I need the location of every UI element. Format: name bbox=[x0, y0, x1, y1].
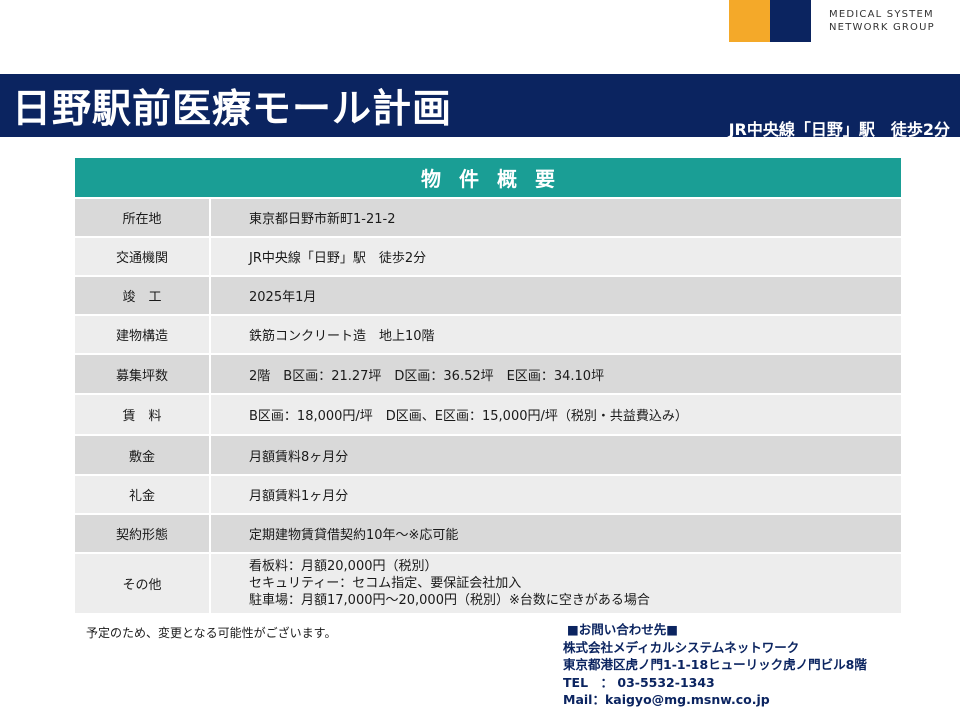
row-label: 敷金 bbox=[75, 436, 211, 474]
property-overview-table: 物件概要 所在地 東京都日野市新町1-21-2 交通機関 JR中央線「日野」駅 … bbox=[75, 158, 901, 613]
table-row: 竣 工 2025年1月 bbox=[75, 275, 901, 314]
other-line-security: セキュリティー：セコム指定、要保証会社加入 bbox=[249, 576, 522, 591]
row-label: 礼金 bbox=[75, 476, 211, 513]
logo-line-2: NETWORK GROUP bbox=[829, 22, 935, 33]
table-row: 所在地 東京都日野市新町1-21-2 bbox=[75, 197, 901, 236]
contact-tel: TEL ： 03-5532-1343 bbox=[563, 674, 715, 690]
row-label: 交通機関 bbox=[75, 238, 211, 275]
row-value: 2025年1月 bbox=[211, 277, 901, 314]
table-row: 交通機関 JR中央線「日野」駅 徒歩2分 bbox=[75, 236, 901, 275]
disclaimer-note: 予定のため、変更となる可能性がございます。 bbox=[86, 626, 337, 640]
row-value: B区画：18,000円/坪 D区画、E区画：15,000円/坪（税別・共益費込み… bbox=[211, 395, 901, 434]
table-rows: 所在地 東京都日野市新町1-21-2 交通機関 JR中央線「日野」駅 徒歩2分 … bbox=[75, 197, 901, 613]
row-value: JR中央線「日野」駅 徒歩2分 bbox=[211, 238, 901, 275]
row-value-multiline: 看板料：月額20,000円（税別） セキュリティー：セコム指定、要保証会社加入 … bbox=[211, 554, 901, 613]
page-title: 日野駅前医療モール計画 bbox=[12, 87, 453, 132]
table-row: 賃 料 B区画：18,000円/坪 D区画、E区画：15,000円/坪（税別・共… bbox=[75, 393, 901, 434]
table-row: 建物構造 鉄筋コンクリート造 地上10階 bbox=[75, 314, 901, 353]
contact-heading: ■お問い合わせ先■ bbox=[567, 622, 679, 637]
table-row: 礼金 月額賃料1ヶ月分 bbox=[75, 474, 901, 513]
row-label: 竣 工 bbox=[75, 277, 211, 314]
table-row: 敷金 月額賃料8ヶ月分 bbox=[75, 434, 901, 474]
other-line-parking: 駐車場：月額17,000円～20,000円（税別）※台数に空きがある場合 bbox=[249, 593, 650, 608]
table-row: 募集坪数 2階 B区画：21.27坪 D区画：36.52坪 E区画：34.10坪 bbox=[75, 353, 901, 393]
other-line-signboard: 看板料：月額20,000円（税別） bbox=[249, 559, 438, 574]
row-value: 鉄筋コンクリート造 地上10階 bbox=[211, 316, 901, 353]
row-value: 月額賃料8ヶ月分 bbox=[211, 436, 901, 474]
row-label: 建物構造 bbox=[75, 316, 211, 353]
contact-block: ■お問い合わせ先■ 株式会社メディカルシステムネットワーク 東京都港区虎ノ門1-… bbox=[563, 621, 867, 709]
contact-mail: Mail：kaigyo@mg.msnw.co.jp bbox=[563, 692, 770, 707]
row-label: 募集坪数 bbox=[75, 355, 211, 393]
row-value: 2階 B区画：21.27坪 D区画：36.52坪 E区画：34.10坪 bbox=[211, 355, 901, 393]
row-label: 賃 料 bbox=[75, 395, 211, 434]
table-row: その他 看板料：月額20,000円（税別） セキュリティー：セコム指定、要保証会… bbox=[75, 552, 901, 613]
row-label: その他 bbox=[75, 554, 211, 613]
row-label: 契約形態 bbox=[75, 515, 211, 552]
contact-address: 東京都港区虎ノ門1-1-18ヒューリック虎ノ門ビル8階 bbox=[563, 657, 867, 672]
contact-company: 株式会社メディカルシステムネットワーク bbox=[563, 639, 800, 655]
row-value: 月額賃料1ヶ月分 bbox=[211, 476, 901, 513]
row-value: 東京都日野市新町1-21-2 bbox=[211, 199, 901, 236]
logo-mark-orange bbox=[729, 0, 770, 42]
logo-mark-navy bbox=[770, 0, 811, 42]
company-logo-text: MEDICAL SYSTEM NETWORK GROUP bbox=[829, 8, 935, 34]
row-value: 定期建物賃貸借契約10年～※応可能 bbox=[211, 515, 901, 552]
page-subtitle: JR中央線「日野」駅 徒歩2分 bbox=[728, 120, 950, 139]
logo-line-1: MEDICAL SYSTEM bbox=[829, 9, 934, 20]
table-heading: 物件概要 bbox=[75, 158, 901, 197]
row-label: 所在地 bbox=[75, 199, 211, 236]
table-row: 契約形態 定期建物賃貸借契約10年～※応可能 bbox=[75, 513, 901, 552]
